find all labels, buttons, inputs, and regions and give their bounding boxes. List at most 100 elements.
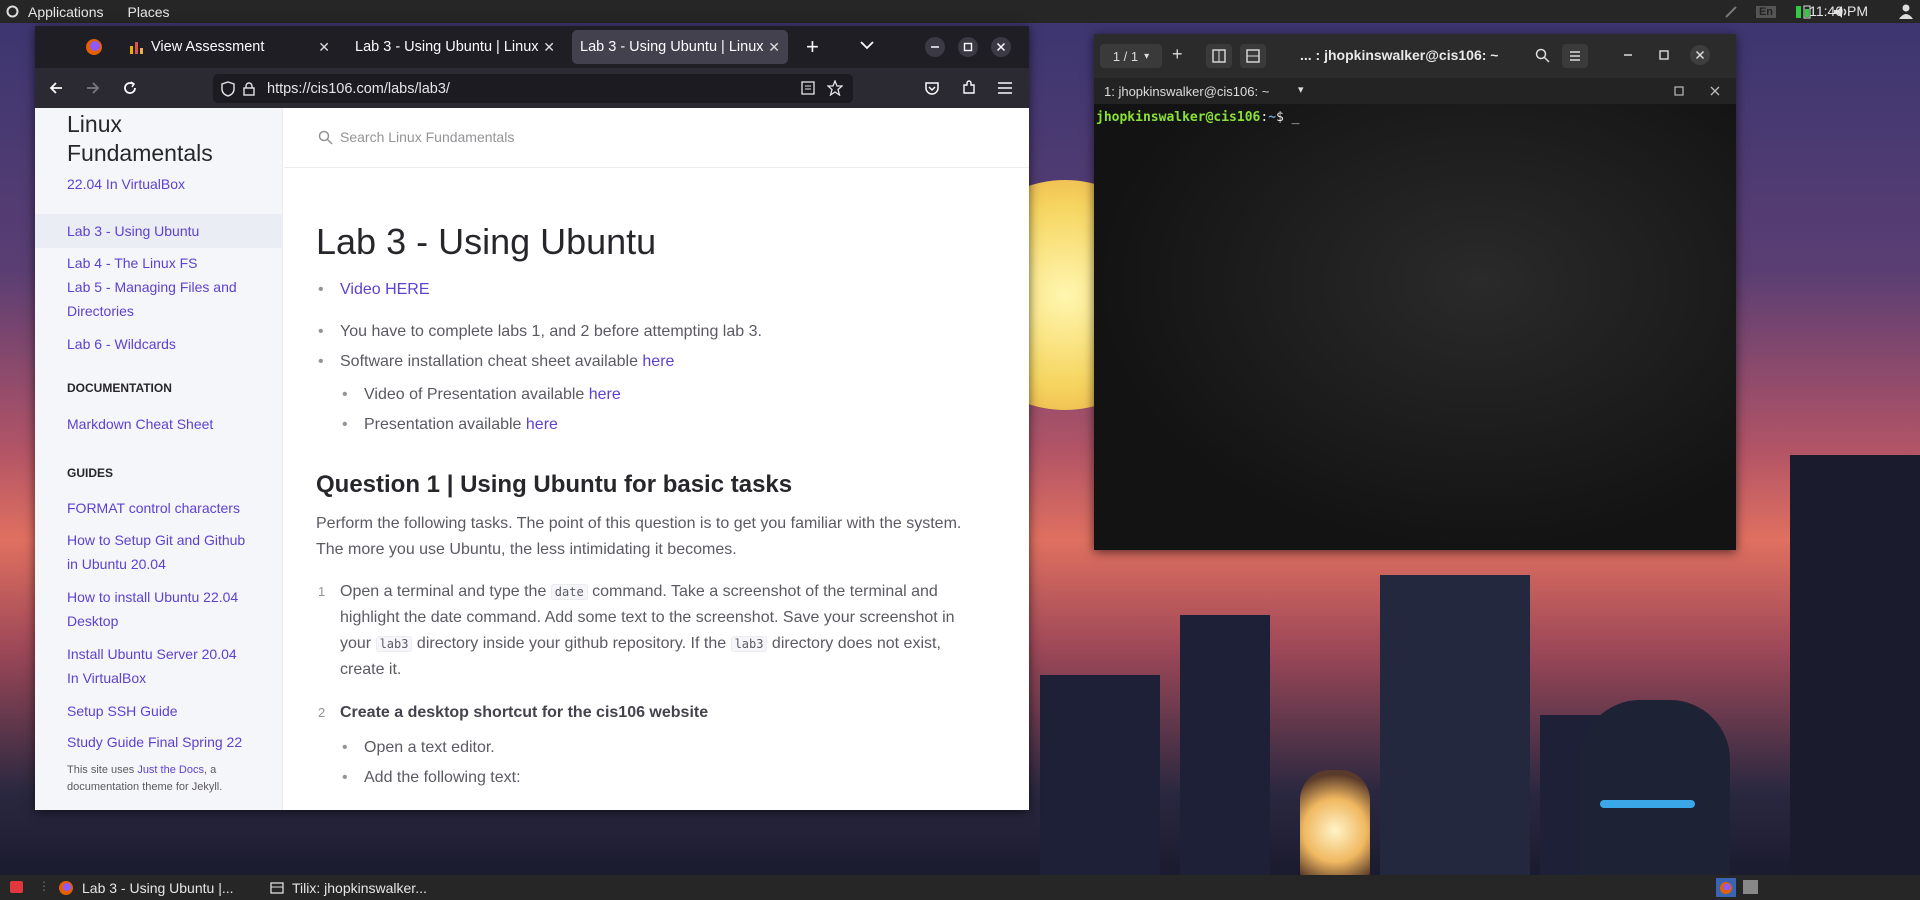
step-2: 2 Create a desktop shortcut for the cis1… xyxy=(318,700,980,726)
url-text[interactable]: https://cis106.com/labs/lab3/ xyxy=(267,81,450,97)
maximize-terminal-icon[interactable] xyxy=(1674,86,1684,96)
shield-icon[interactable] xyxy=(221,80,235,97)
firefox-menu-icon[interactable] xyxy=(85,38,103,56)
search-icon[interactable] xyxy=(1535,48,1550,63)
applications-menu[interactable]: Applications xyxy=(28,4,104,20)
firefox-window: View Assessment ✕ Lab 3 - Using Ubuntu |… xyxy=(35,26,1029,810)
bullet-icon: • xyxy=(318,353,324,370)
top-panel: Applications Places En 11:40 PM xyxy=(0,0,1920,23)
navigation-toolbar: https://cis106.com/labs/lab3/ xyxy=(35,68,1029,108)
bookmark-star-icon[interactable] xyxy=(827,80,843,96)
just-the-docs-link[interactable]: Just the Docs xyxy=(137,764,204,776)
show-desktop-icon[interactable] xyxy=(10,881,23,893)
url-bar[interactable]: https://cis106.com/labs/lab3/ xyxy=(213,74,853,103)
question1-heading: Question 1 | Using Ubuntu for basic task… xyxy=(316,471,793,498)
terminal-subtitle[interactable]: 1: jhopkinswalker@cis106: ~ xyxy=(1104,84,1269,99)
cheatsheet-link[interactable]: here xyxy=(642,353,674,370)
nav-item-markdown-cheat-sheet[interactable]: Markdown Cheat Sheet xyxy=(67,412,213,436)
user-icon[interactable] xyxy=(1898,3,1914,19)
taskbar-firefox[interactable]: Lab 3 - Using Ubuntu |... xyxy=(58,877,234,898)
shell-prompt[interactable]: jhopkinswalker@cis106:~$ _ xyxy=(1096,110,1300,125)
close-window-button[interactable] xyxy=(991,37,1011,57)
site-title-line2: Fundamentals xyxy=(67,140,213,166)
site-search[interactable]: Search Linux Fundamentals xyxy=(284,108,1029,168)
list-item: • Add the following text: xyxy=(342,769,521,787)
places-menu[interactable]: Places xyxy=(128,4,170,20)
nav-item-install-ubuntu-server[interactable]: Install Ubuntu Server 20.04 xyxy=(67,642,237,666)
presentation-link[interactable]: here xyxy=(526,416,558,433)
nav-item-lab2[interactable]: 22.04 In VirtualBox xyxy=(67,172,185,196)
close-tab-icon[interactable]: ✕ xyxy=(768,39,780,56)
main-content: Search Linux Fundamentals Lab 3 - Using … xyxy=(284,108,1029,810)
chevron-down-icon[interactable]: ▾ xyxy=(1298,83,1304,96)
wallpaper-building xyxy=(1040,675,1160,875)
video-presentation-text: Video of Presentation available xyxy=(364,386,589,403)
reload-icon[interactable] xyxy=(122,80,138,96)
bullet-icon: • xyxy=(318,323,324,340)
session-counter: 1 / 1 xyxy=(1112,48,1139,64)
tab-view-assessment[interactable]: View Assessment ✕ xyxy=(123,26,338,68)
forward-icon[interactable] xyxy=(85,80,101,96)
wallpaper-building xyxy=(1180,615,1270,875)
pocket-icon[interactable] xyxy=(924,80,940,96)
nav-item-git-github-cont[interactable]: in Ubuntu 20.04 xyxy=(67,552,166,576)
tab-label: View Assessment xyxy=(151,39,265,55)
nav-item-install-ubuntu-desktop[interactable]: How to install Ubuntu 22.04 xyxy=(67,585,238,609)
nav-item-lab6[interactable]: Lab 6 - Wildcards xyxy=(67,332,176,356)
nav-item-install-ubuntu-server-cont[interactable]: In VirtualBox xyxy=(67,666,146,690)
tab-strip: View Assessment ✕ Lab 3 - Using Ubuntu |… xyxy=(35,26,1029,68)
hamburger-menu-icon[interactable] xyxy=(1562,44,1588,68)
taskbar-tilix[interactable]: Tilix: jhopkinswalker... xyxy=(270,877,427,898)
nav-item-lab4[interactable]: Lab 4 - The Linux FS xyxy=(67,251,197,275)
nav-item-install-ubuntu-desktop-cont[interactable]: Desktop xyxy=(67,609,118,633)
close-window-button[interactable] xyxy=(1690,45,1710,65)
hamburger-menu-icon[interactable] xyxy=(997,81,1013,95)
bullet-icon: • xyxy=(342,769,348,786)
workspace-2[interactable] xyxy=(1743,880,1758,894)
tab-lab3[interactable]: Lab 3 - Using Ubuntu | Linux ✕ xyxy=(345,26,563,68)
nav-item-lab5-cont[interactable]: Directories xyxy=(67,299,134,323)
list-item: • Software installation cheat sheet avail… xyxy=(318,353,674,371)
add-session-button[interactable]: + xyxy=(1172,44,1183,65)
bullet-icon: • xyxy=(342,386,348,403)
close-terminal-icon[interactable] xyxy=(1710,86,1720,96)
list-tabs-icon[interactable] xyxy=(860,40,874,50)
list-item: • Video HERE xyxy=(318,281,430,299)
applications-menu-icon[interactable] xyxy=(6,5,19,18)
nav-item-ssh-guide[interactable]: Setup SSH Guide xyxy=(67,699,178,723)
nav-item-lab3[interactable]: Lab 3 - Using Ubuntu xyxy=(67,219,199,243)
session-switcher[interactable]: 1 / 1 ▾ xyxy=(1100,44,1162,68)
prompt-path: ~ xyxy=(1268,110,1277,125)
nav-item-lab5[interactable]: Lab 5 - Managing Files and xyxy=(67,275,237,299)
terminal-body[interactable]: jhopkinswalker@cis106:~$ _ xyxy=(1094,104,1736,550)
lock-icon[interactable] xyxy=(243,81,255,96)
split-horizontal-icon[interactable] xyxy=(1206,44,1232,68)
clock[interactable]: 11:40 PM xyxy=(1809,3,1868,19)
workspace-1-firefox-icon[interactable] xyxy=(1716,878,1736,897)
back-icon[interactable] xyxy=(48,80,64,96)
nav-item-git-github[interactable]: How to Setup Git and Github xyxy=(67,528,245,552)
video-presentation-link[interactable]: here xyxy=(589,386,621,403)
keyboard-layout-indicator[interactable]: En xyxy=(1755,5,1776,18)
wallpaper-lantern xyxy=(1300,770,1370,880)
search-input[interactable]: Search Linux Fundamentals xyxy=(340,129,514,145)
maximize-window-button[interactable] xyxy=(1658,49,1670,61)
nav-item-study-guide[interactable]: Study Guide Final Spring 22 xyxy=(67,730,242,754)
maximize-window-button[interactable] xyxy=(958,37,978,57)
close-tab-icon[interactable]: ✕ xyxy=(318,39,330,56)
new-tab-button[interactable]: + xyxy=(806,34,819,60)
tab-lab3-active[interactable]: Lab 3 - Using Ubuntu | Linux ✕ xyxy=(572,30,788,64)
split-vertical-icon[interactable] xyxy=(1240,44,1266,68)
pen-icon[interactable] xyxy=(1724,5,1738,19)
site-title[interactable]: Linux Fundamentals xyxy=(67,110,267,168)
nav-item-format-control[interactable]: FORMAT control characters xyxy=(67,496,240,520)
list-item: • Open a text editor. xyxy=(342,739,495,757)
chevron-down-icon: ▾ xyxy=(1144,50,1150,62)
minimize-window-button[interactable] xyxy=(925,37,945,57)
cheatsheet-text: Software installation cheat sheet availa… xyxy=(340,353,643,370)
reader-view-icon[interactable] xyxy=(801,81,815,95)
extensions-icon[interactable] xyxy=(961,80,977,96)
minimize-window-button[interactable] xyxy=(1622,49,1634,61)
close-tab-icon[interactable]: ✕ xyxy=(543,39,555,56)
video-link[interactable]: Video HERE xyxy=(340,281,430,298)
